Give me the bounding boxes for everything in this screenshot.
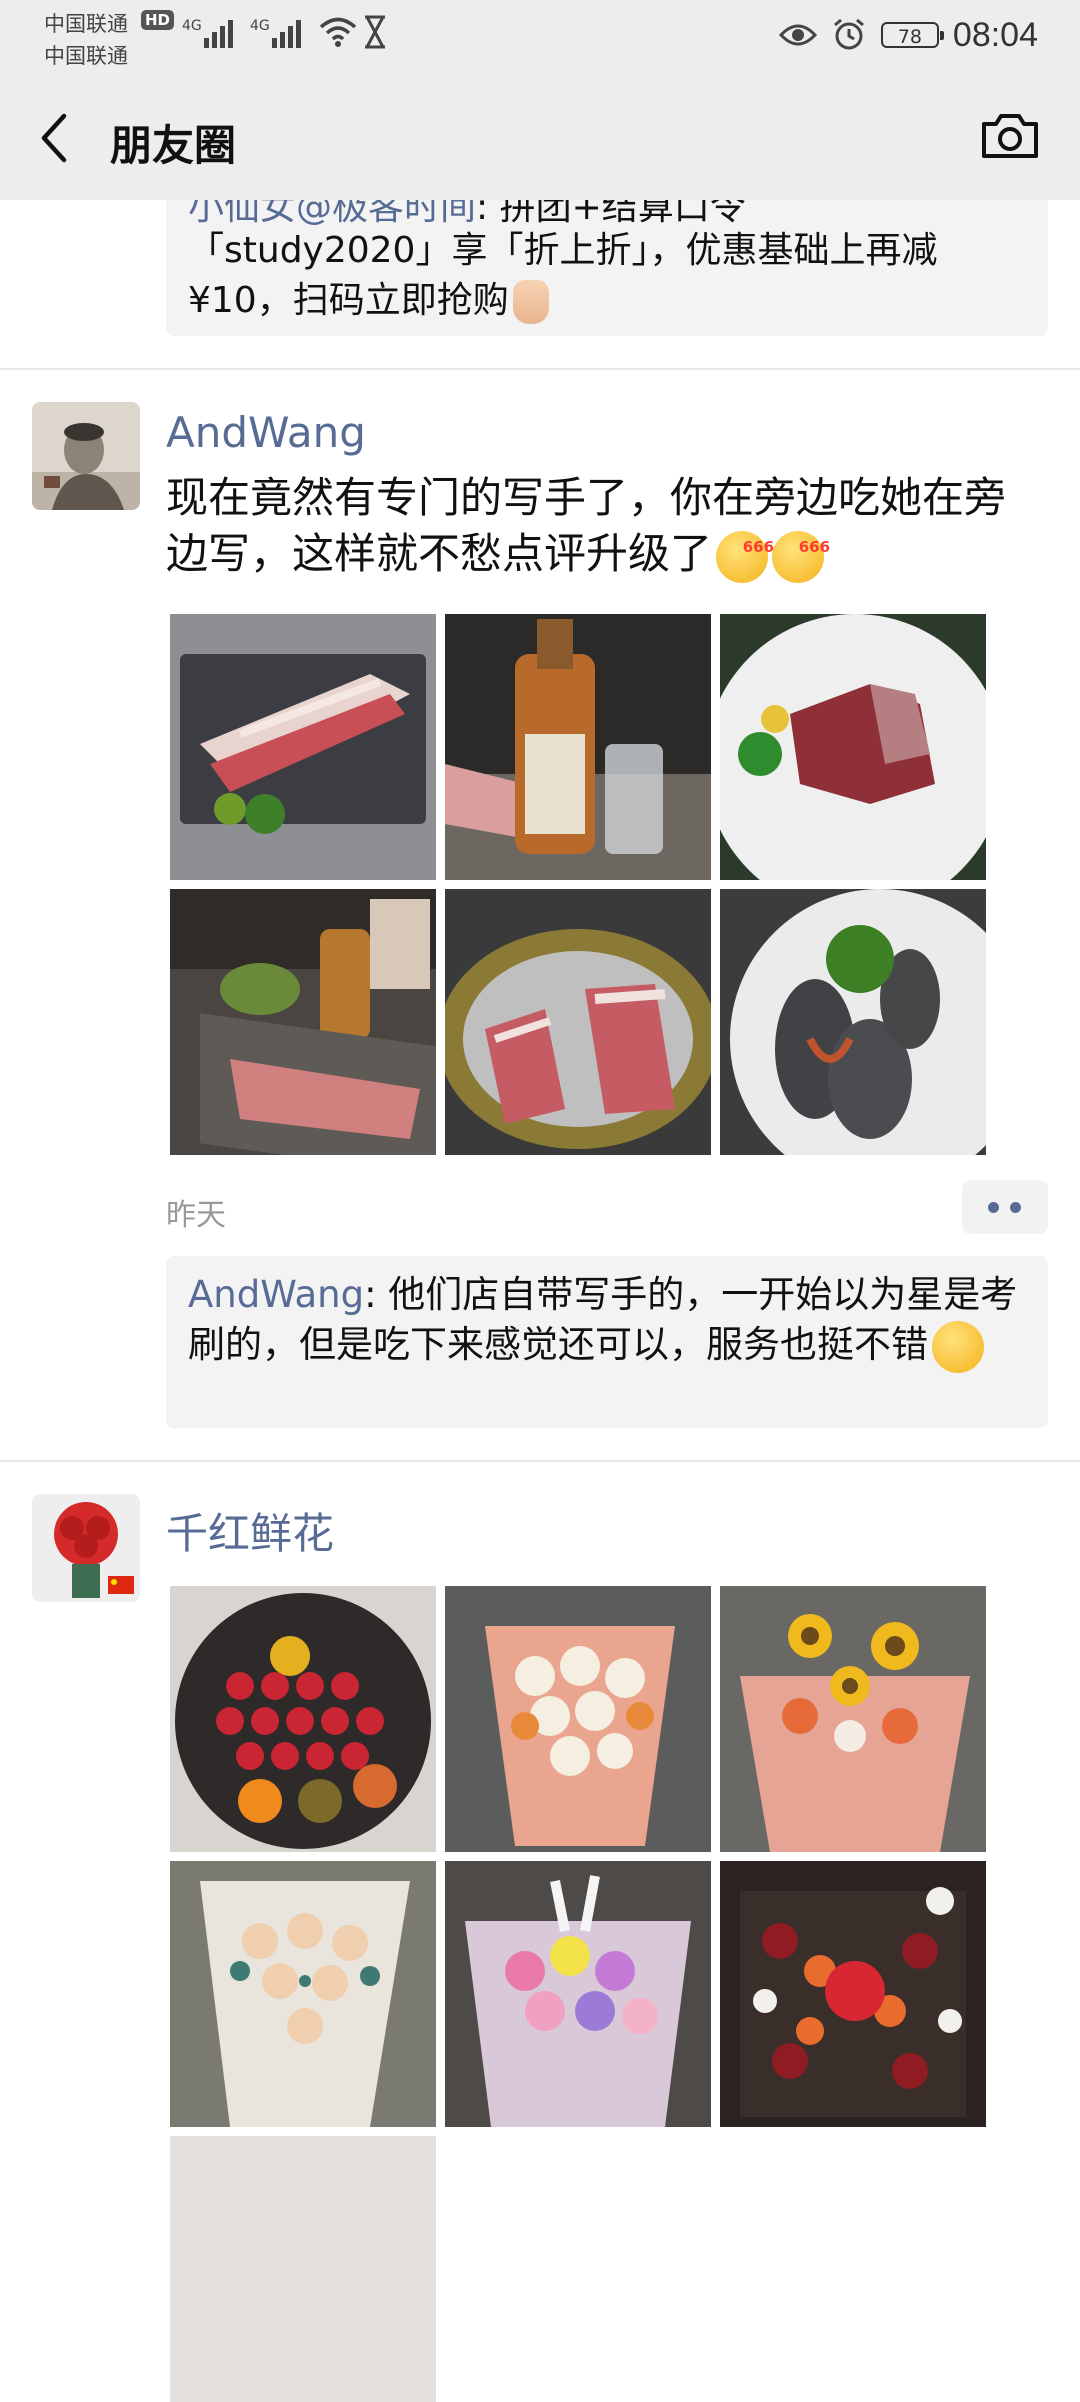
photo-thumbnail[interactable]: [170, 1861, 436, 2127]
post-text: 现在竟然有专门的写手了，你在旁边吃她在旁边写，这样就不愁点评升级了 666 666: [166, 470, 1026, 583]
hd-badge: HD: [141, 10, 175, 30]
post-time: 昨天: [166, 1198, 226, 1233]
photo-thumbnail[interactable]: [720, 1586, 986, 1852]
photo-thumbnail[interactable]: [445, 1861, 711, 2127]
comment-author[interactable]: AndWang: [188, 1273, 364, 1316]
hourglass-icon: [365, 15, 385, 49]
photo-thumbnail[interactable]: [445, 1586, 711, 1852]
photo-thumbnail[interactable]: [170, 1586, 436, 1852]
carrier-2: 中国联通: [44, 44, 128, 68]
post-author[interactable]: 千红鲜花: [166, 1500, 334, 1561]
dot-icon: [1010, 1202, 1021, 1213]
pointing-hand-emoji-icon: [512, 280, 549, 324]
photo-thumbnail[interactable]: [445, 614, 711, 880]
post-text-content: 现在竟然有专门的写手了，你在旁边吃她在旁边写，这样就不愁点评升级了: [166, 473, 1007, 578]
network-label-2: 4G: [250, 18, 270, 34]
nav-bar: 朋友圈: [0, 70, 1080, 200]
network-label-1: 4G: [182, 18, 202, 34]
wifi-icon: [319, 17, 357, 47]
smirk-emoji-icon: 666: [772, 530, 830, 583]
alarm-icon: [833, 18, 864, 50]
photo-thumbnail[interactable]: [720, 1861, 986, 2127]
photo-grid: [170, 1586, 986, 2402]
signal-icon-2: 4G: [250, 18, 301, 48]
battery-indicator: 78: [880, 22, 944, 48]
clock: 08:04: [952, 15, 1038, 54]
photo-thumbnail[interactable]: [720, 614, 986, 880]
camera-icon[interactable]: [978, 104, 1042, 168]
emoji-tag: 666: [798, 537, 831, 556]
back-button[interactable]: [34, 110, 78, 166]
post-divider: [0, 1460, 1080, 1462]
avatar[interactable]: [32, 1494, 140, 1602]
signal-icon-1: 4G: [182, 18, 233, 48]
post-divider: [0, 368, 1080, 370]
status-bar: 中国联通 中国联通 HD 4G 4G 78 08:04: [0, 0, 1080, 70]
photo-thumbnail[interactable]: [170, 889, 436, 1155]
photo-thumbnail[interactable]: [720, 889, 986, 1155]
comment: AndWang: 他们店自带写手的，一开始以为星是考刷的，但是吃下来感觉还可以，…: [188, 1270, 1030, 1373]
wink-emoji-icon: [932, 1320, 984, 1373]
avatar[interactable]: [32, 402, 140, 510]
photo-grid: [170, 614, 986, 1155]
comment-partial-text: 「study2020」享「折上折」，优惠基础上再减 ¥10，扫码立即抢购: [188, 230, 938, 321]
post-author[interactable]: AndWang: [166, 408, 366, 457]
photo-thumbnail[interactable]: [445, 889, 711, 1155]
emoji-tag: 666: [742, 537, 775, 556]
photo-thumbnail[interactable]: [170, 2136, 436, 2402]
eye-icon: [778, 24, 817, 46]
comment-partial-body: 「study2020」享「折上折」，优惠基础上再减 ¥10，扫码立即抢购: [188, 226, 1018, 326]
page-title: 朋友圈: [110, 121, 237, 170]
smirk-emoji-icon: 666: [716, 530, 774, 583]
dot-icon: [988, 1202, 999, 1213]
more-actions-button[interactable]: [962, 1180, 1048, 1234]
photo-thumbnail[interactable]: [170, 614, 436, 880]
carrier-1: 中国联通: [44, 12, 128, 36]
